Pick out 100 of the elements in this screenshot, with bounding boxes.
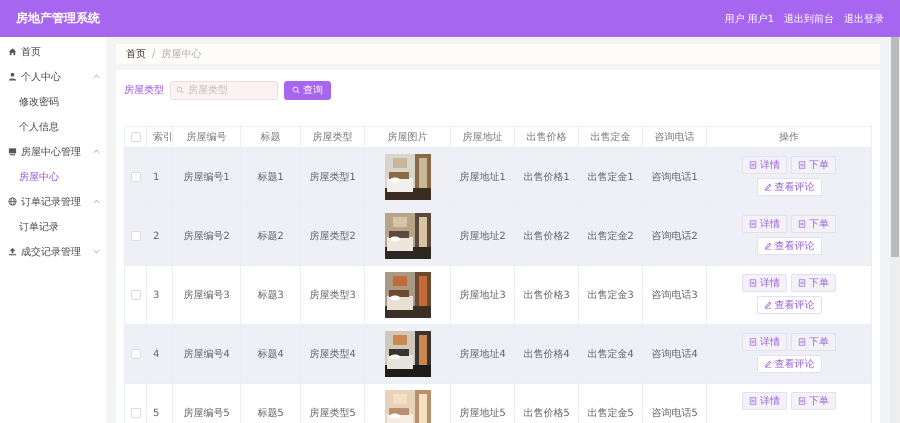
detail-button[interactable]: 详情 xyxy=(742,333,787,351)
detail-button[interactable]: 详情 xyxy=(742,274,787,292)
table-cell: 4 xyxy=(153,348,160,360)
search-button[interactable]: 查询 xyxy=(284,80,331,100)
sidebar-subitem[interactable]: 房屋中心 xyxy=(0,164,106,189)
row-checkbox[interactable] xyxy=(130,408,140,418)
document-icon xyxy=(749,279,757,287)
sidebar-subitem[interactable]: 修改密码 xyxy=(0,89,106,114)
row-checkbox[interactable] xyxy=(130,230,140,241)
sidebar-subitem[interactable]: 个人信息 xyxy=(0,114,106,139)
select-all-checkbox[interactable] xyxy=(130,132,140,142)
document-icon xyxy=(749,220,757,228)
table-cell: 咨询电话4 xyxy=(651,349,698,360)
pencil-icon xyxy=(764,183,772,191)
table-cell: 标题3 xyxy=(257,290,284,301)
table-cell: 出售价格2 xyxy=(523,231,570,242)
detail-button[interactable]: 详情 xyxy=(742,392,787,410)
table-cell: 2 xyxy=(153,230,160,242)
table-cell: 咨询电话2 xyxy=(651,231,698,242)
table-cell: 出售定金1 xyxy=(587,172,634,183)
review-button[interactable]: 查看评论 xyxy=(756,296,822,314)
table-cell: 出售定金4 xyxy=(587,349,634,360)
sidebar-item[interactable]: 订单记录管理 xyxy=(0,189,106,214)
table-cell: 咨询电话3 xyxy=(651,290,698,301)
detail-button[interactable]: 详情 xyxy=(742,215,787,233)
table-cell: 出售定金2 xyxy=(587,231,634,242)
column-header: 房屋编号 xyxy=(186,132,226,143)
header-link[interactable]: 退出到前台 xyxy=(784,12,834,26)
document-icon xyxy=(798,220,806,228)
table-cell: 出售定金3 xyxy=(587,290,634,301)
table-cell: 咨询电话5 xyxy=(651,408,698,419)
table-cell: 房屋类型5 xyxy=(309,408,356,419)
document-icon xyxy=(749,161,757,169)
pencil-icon xyxy=(764,360,772,368)
document-icon xyxy=(749,338,757,346)
document-icon xyxy=(798,338,806,346)
table-cell: 咨询电话1 xyxy=(651,172,698,183)
header-link[interactable]: 用户 用户1 xyxy=(724,12,774,26)
column-header: 出售定金 xyxy=(590,132,630,143)
sidebar-subitem[interactable]: 订单记录 xyxy=(0,214,106,239)
table-cell: 1 xyxy=(153,172,160,182)
monitor-icon xyxy=(8,147,17,156)
table-cell: 房屋编号2 xyxy=(183,231,230,242)
table-cell: 房屋编号3 xyxy=(183,290,230,301)
order-button[interactable]: 下单 xyxy=(791,392,836,410)
search-label: 房屋类型 xyxy=(124,84,164,97)
order-button[interactable]: 下单 xyxy=(791,274,836,292)
review-button[interactable]: 查看评论 xyxy=(756,355,822,373)
order-button[interactable]: 下单 xyxy=(791,156,836,174)
row-checkbox[interactable] xyxy=(130,348,140,359)
pencil-icon xyxy=(764,242,772,250)
search-icon xyxy=(176,86,184,94)
table-cell: 出售价格1 xyxy=(523,172,570,183)
document-icon xyxy=(798,279,806,287)
order-button[interactable]: 下单 xyxy=(791,215,836,233)
upload-icon xyxy=(8,247,17,256)
table-cell: 房屋类型3 xyxy=(309,290,356,301)
table-cell: 出售价格3 xyxy=(523,290,570,301)
search-icon xyxy=(292,86,300,94)
column-header: 标题 xyxy=(260,132,280,143)
sidebar-item[interactable]: 成交记录管理 xyxy=(0,239,106,264)
row-checkbox[interactable] xyxy=(130,172,140,182)
table-cell: 房屋类型1 xyxy=(309,172,356,183)
column-header: 操作 xyxy=(779,132,799,143)
column-header: 房屋地址 xyxy=(462,132,502,143)
sidebar-item[interactable]: 房屋中心管理 xyxy=(0,139,106,164)
sidebar-item[interactable]: 首页 xyxy=(0,39,106,64)
home-icon xyxy=(8,47,17,56)
table-cell: 房屋编号5 xyxy=(183,408,230,419)
table-cell: 标题4 xyxy=(257,349,284,360)
pencil-icon xyxy=(764,301,772,309)
table-cell: 标题1 xyxy=(257,172,284,183)
column-header: 出售价格 xyxy=(526,132,566,143)
user-icon xyxy=(8,72,17,81)
sidebar-item[interactable]: 个人中心 xyxy=(0,64,106,89)
breadcrumb-item: 房屋中心 xyxy=(161,48,202,61)
scrollbar[interactable] xyxy=(890,37,900,423)
order-button[interactable]: 下单 xyxy=(791,333,836,351)
table-cell: 标题5 xyxy=(257,408,284,419)
document-icon xyxy=(798,397,806,405)
detail-button[interactable]: 详情 xyxy=(742,156,787,174)
table-cell: 标题2 xyxy=(257,231,284,242)
table-cell: 房屋地址2 xyxy=(459,231,506,242)
breadcrumb-item[interactable]: 首页 xyxy=(126,47,146,61)
table-cell: 房屋地址3 xyxy=(459,290,506,301)
table-cell: 房屋地址1 xyxy=(459,172,506,183)
header-link[interactable]: 退出登录 xyxy=(844,12,884,26)
column-header: 索引 xyxy=(153,132,173,143)
table-cell: 房屋地址4 xyxy=(459,349,506,360)
search-field[interactable]: 房屋类型 xyxy=(170,80,278,100)
globe-icon xyxy=(8,197,17,206)
column-header: 房屋图片 xyxy=(388,132,428,143)
table-cell: 出售定金5 xyxy=(587,408,634,419)
table-cell: 3 xyxy=(153,290,160,300)
table-cell: 房屋编号4 xyxy=(183,349,230,360)
review-button[interactable]: 查看评论 xyxy=(756,178,822,196)
table-cell: 房屋类型2 xyxy=(309,231,356,242)
row-checkbox[interactable] xyxy=(130,290,140,300)
document-icon xyxy=(798,161,806,169)
review-button[interactable]: 查看评论 xyxy=(756,237,822,255)
